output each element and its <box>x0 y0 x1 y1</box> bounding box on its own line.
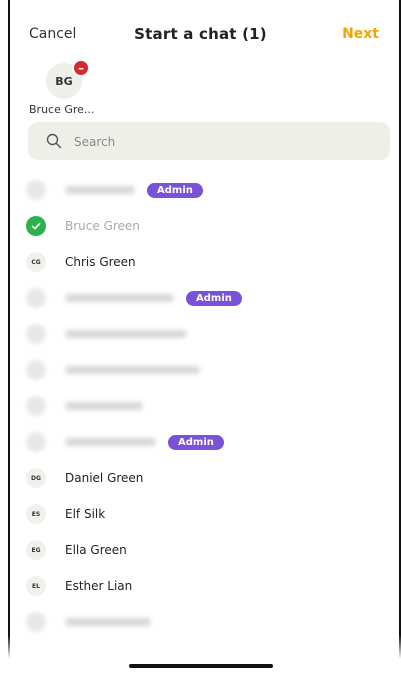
contact-avatar <box>26 324 46 344</box>
contact-name <box>65 330 187 338</box>
page-title: Start a chat (1) <box>134 25 267 43</box>
contact-name <box>65 402 143 410</box>
contact-name <box>65 366 200 374</box>
contact-row[interactable] <box>26 352 391 388</box>
admin-badge: Admin <box>186 290 242 306</box>
contact-row[interactable]: Admin <box>26 172 391 208</box>
contact-avatar: CG <box>26 252 46 272</box>
contact-row[interactable]: CG Chris Green <box>26 244 391 280</box>
contact-avatar: EG <box>26 540 46 560</box>
contact-row[interactable]: EG Ella Green <box>26 532 391 568</box>
selected-recipient-name: Bruce Gre... <box>29 103 95 116</box>
admin-badge: Admin <box>147 182 203 198</box>
contact-avatar <box>26 180 46 200</box>
contact-row[interactable]: Admin <box>26 424 391 460</box>
device-frame-left <box>8 0 10 675</box>
remove-recipient-icon[interactable]: – <box>72 59 90 77</box>
contact-row[interactable]: EL Esther Lian <box>26 568 391 604</box>
contact-avatar: DG <box>26 468 46 488</box>
contact-name: Esther Lian <box>65 579 133 593</box>
contact-row[interactable]: ES Elf Silk <box>26 496 391 532</box>
next-button[interactable]: Next <box>342 26 379 42</box>
contact-name <box>65 294 174 302</box>
list-fade <box>0 635 401 675</box>
contact-name: Daniel Green <box>65 471 144 485</box>
contact-avatar <box>26 396 46 416</box>
contact-avatar <box>26 432 46 452</box>
contact-row[interactable]: DG Daniel Green <box>26 460 391 496</box>
contact-avatar <box>26 288 46 308</box>
contact-row[interactable] <box>26 388 391 424</box>
contact-name <box>65 186 135 194</box>
contact-name <box>65 438 156 446</box>
contact-row[interactable] <box>26 316 391 352</box>
contact-name: Elf Silk <box>65 507 106 521</box>
contact-row[interactable]: Admin <box>26 280 391 316</box>
navigation-header: Cancel Start a chat (1) Next <box>0 22 401 48</box>
selected-recipient[interactable]: BG – Bruce Gre... <box>29 59 119 116</box>
search-input[interactable] <box>72 122 376 162</box>
search-bar[interactable] <box>28 122 390 162</box>
contact-avatar: ES <box>26 504 46 524</box>
contact-avatar: EL <box>26 576 46 596</box>
contact-avatar <box>26 612 46 632</box>
contact-avatar <box>26 360 46 380</box>
selected-check-icon <box>26 216 46 236</box>
contact-row[interactable]: Bruce Green <box>26 208 391 244</box>
home-indicator <box>128 664 273 668</box>
contact-name: Bruce Green <box>65 219 140 233</box>
avatar: BG – <box>46 59 90 99</box>
search-icon <box>46 133 62 149</box>
contact-name <box>65 618 151 626</box>
contact-name: Ella Green <box>65 543 127 557</box>
contact-list: Admin Bruce Green CG Chris Green Admin Admin D… <box>26 172 391 640</box>
admin-badge: Admin <box>168 434 224 450</box>
contact-name: Chris Green <box>65 255 136 269</box>
avatar-initials: BG <box>55 74 73 88</box>
